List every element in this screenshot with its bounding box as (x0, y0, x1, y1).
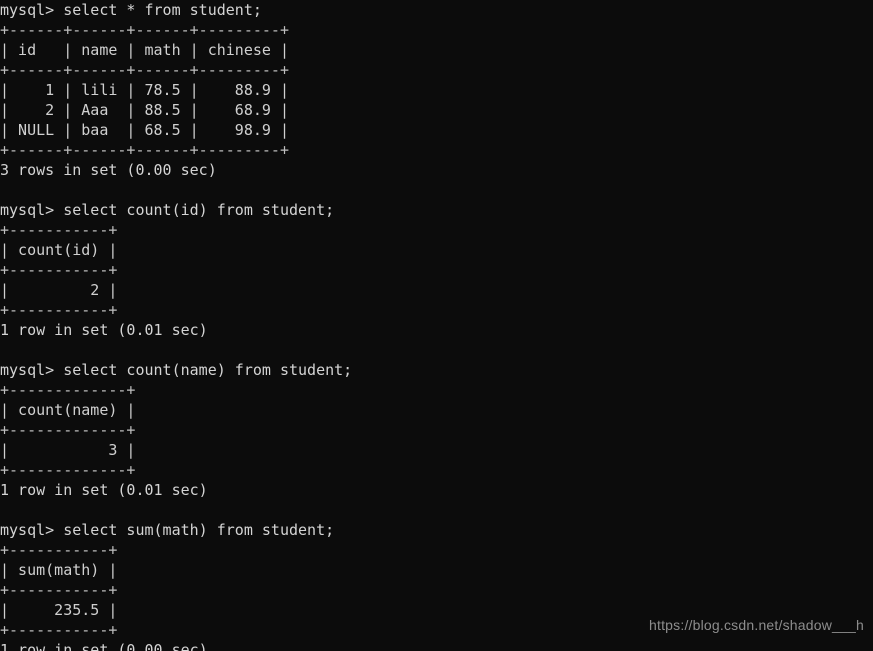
table-border-line: +-----------+ (0, 261, 118, 279)
query-status-line: 3 rows in set (0.00 sec) (0, 161, 217, 179)
table-data-line: | id | name | math | chinese | (0, 41, 289, 59)
table-border-line: +-----------+ (0, 221, 118, 239)
terminal-prompt-line: mysql> select count(name) from student; (0, 361, 353, 379)
terminal-prompt-line: mysql> select count(id) from student; (0, 201, 335, 219)
table-border-line: +-------------+ (0, 461, 136, 479)
table-data-line: | 235.5 | (0, 601, 118, 619)
table-data-line: | count(name) | (0, 401, 136, 419)
table-border-line: +-----------+ (0, 301, 118, 319)
table-border-line: +-----------+ (0, 541, 118, 559)
table-border-line: +-----------+ (0, 581, 118, 599)
table-data-line: | 2 | Aaa | 88.5 | 68.9 | (0, 101, 289, 119)
table-border-line: +------+------+------+---------+ (0, 21, 289, 39)
table-data-line: | 3 | (0, 441, 136, 459)
table-border-line: +-------------+ (0, 381, 136, 399)
watermark-url: https://blog.csdn.net/shadow___h (649, 617, 864, 633)
table-data-line: | 1 | lili | 78.5 | 88.9 | (0, 81, 289, 99)
table-border-line: +------+------+------+---------+ (0, 141, 289, 159)
table-data-line: | NULL | baa | 68.5 | 98.9 | (0, 121, 289, 139)
query-status-line: 1 row in set (0.00 sec) (0, 641, 208, 651)
query-status-line: 1 row in set (0.01 sec) (0, 481, 208, 499)
terminal-prompt-line: mysql> select * from student; (0, 1, 262, 19)
table-border-line: +-------------+ (0, 421, 136, 439)
query-status-line: 1 row in set (0.01 sec) (0, 321, 208, 339)
table-border-line: +-----------+ (0, 621, 118, 639)
table-data-line: | sum(math) | (0, 561, 118, 579)
terminal-prompt-line: mysql> select sum(math) from student; (0, 521, 335, 539)
console-output[interactable]: mysql> select * from student; +------+---… (0, 0, 352, 651)
table-data-line: | 2 | (0, 281, 118, 299)
table-border-line: +------+------+------+---------+ (0, 61, 289, 79)
table-data-line: | count(id) | (0, 241, 118, 259)
terminal-window[interactable]: mysql> select * from student; +------+---… (0, 0, 873, 651)
